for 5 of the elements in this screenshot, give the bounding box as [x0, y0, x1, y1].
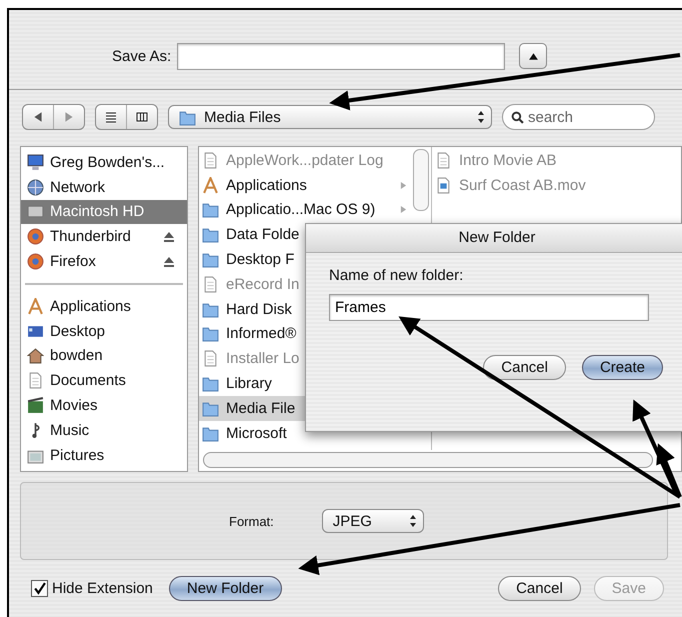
format-label: Format:	[229, 514, 274, 528]
prompt-label: Name of new folder:	[329, 267, 464, 284]
checkbox-label: Hide Extension	[52, 580, 153, 596]
save-as-label: Save As:	[112, 48, 172, 64]
sheet-title: New Folder	[306, 224, 682, 253]
